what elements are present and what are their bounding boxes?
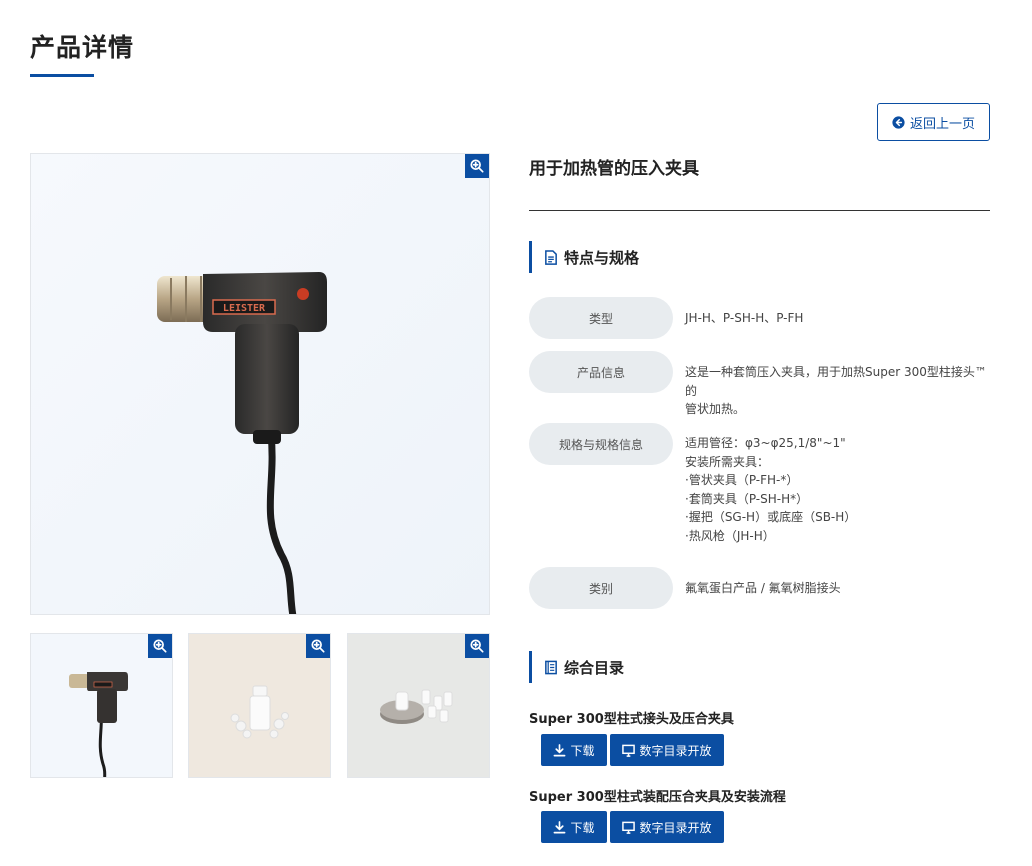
product-name: 用于加热管的压入夹具 <box>529 159 699 179</box>
spec-label-type: 类型 <box>529 297 673 339</box>
download-button-label: 下载 <box>570 743 595 758</box>
spec-line: 适用管径：φ3~φ25,1/8"~1" <box>685 436 846 450</box>
download-icon <box>554 743 566 756</box>
document-icon <box>545 249 557 265</box>
digital-catalog-button[interactable]: 数字目录开放 <box>610 734 724 766</box>
spec-label-specifications: 规格与规格信息 <box>529 423 673 465</box>
catalog-item-title: Super 300型柱式装配压合夹具及安装流程 <box>529 790 786 805</box>
features-heading-label: 特点与规格 <box>564 248 640 267</box>
spec-line: ·管状夹具（P-FH-*） <box>685 473 799 487</box>
zoom-in-icon <box>153 639 167 653</box>
features-heading: 特点与规格 <box>529 241 639 273</box>
thumbnail-1[interactable] <box>30 633 173 778</box>
zoom-button-thumb-3[interactable] <box>465 634 489 658</box>
monitor-icon <box>622 821 636 834</box>
zoom-in-icon <box>311 639 325 653</box>
zoom-in-icon <box>470 639 484 653</box>
arrow-circle-left-icon <box>892 115 905 129</box>
digital-catalog-button[interactable]: 数字目录开放 <box>610 811 724 843</box>
digital-catalog-button-label: 数字目录开放 <box>639 820 712 835</box>
zoom-button-main[interactable] <box>465 154 489 178</box>
zoom-button-thumb-2[interactable] <box>306 634 330 658</box>
spec-value-product-info: 这是一种套筒压入夹具，用于加热Super 300型柱接头™的 管状加热。 <box>685 363 990 419</box>
catalog-heading: 综合目录 <box>529 651 624 683</box>
back-button[interactable]: 返回上一页 <box>877 103 990 141</box>
brand-label: LEISTER <box>223 303 266 314</box>
spec-line: ·套筒夹具（P-SH-H*） <box>685 491 809 506</box>
spec-line: ·握把（SG-H）或底座（SB-H） <box>685 510 857 524</box>
spec-value-category: 氟氧蛋白产品 / 氟氧树脂接头 <box>685 581 841 595</box>
thumbnail-3[interactable] <box>347 633 490 778</box>
monitor-icon <box>622 744 636 757</box>
main-product-image[interactable]: LEISTER <box>30 153 490 615</box>
zoom-button-thumb-1[interactable] <box>148 634 172 658</box>
catalog-item-title: Super 300型柱式接头及压合夹具 <box>529 712 734 727</box>
heat-gun-illustration: LEISTER <box>157 272 327 614</box>
zoom-in-icon <box>470 159 484 173</box>
download-button[interactable]: 下载 <box>541 734 607 766</box>
download-button-label: 下载 <box>570 820 595 835</box>
back-button-label: 返回上一页 <box>909 116 975 132</box>
book-icon <box>545 660 557 674</box>
spec-line: 管状加热。 <box>685 402 746 416</box>
spec-value-specifications: 适用管径：φ3~φ25,1/8"~1" 安装所需夹具： ·管状夹具（P-FH-*… <box>685 434 990 545</box>
spec-line: 安装所需夹具： <box>685 454 770 469</box>
spec-label-product-info: 产品信息 <box>529 351 673 393</box>
thumbnail-2[interactable] <box>188 633 331 778</box>
spec-value-type: JH-H、P-SH-H、P-FH <box>685 311 804 325</box>
digital-catalog-button-label: 数字目录开放 <box>639 743 712 758</box>
spec-label-category: 类别 <box>529 567 673 609</box>
catalog-heading-label: 综合目录 <box>564 658 625 677</box>
download-icon <box>554 820 566 833</box>
download-button[interactable]: 下载 <box>541 811 607 843</box>
divider <box>529 210 990 211</box>
title-underline <box>30 74 94 77</box>
spec-line: ·热风枪（JH-H） <box>685 528 775 543</box>
spec-line: 这是一种套筒压入夹具，用于加热Super 300型柱接头™的 <box>685 365 987 398</box>
page-title: 产品详情 <box>30 33 135 62</box>
